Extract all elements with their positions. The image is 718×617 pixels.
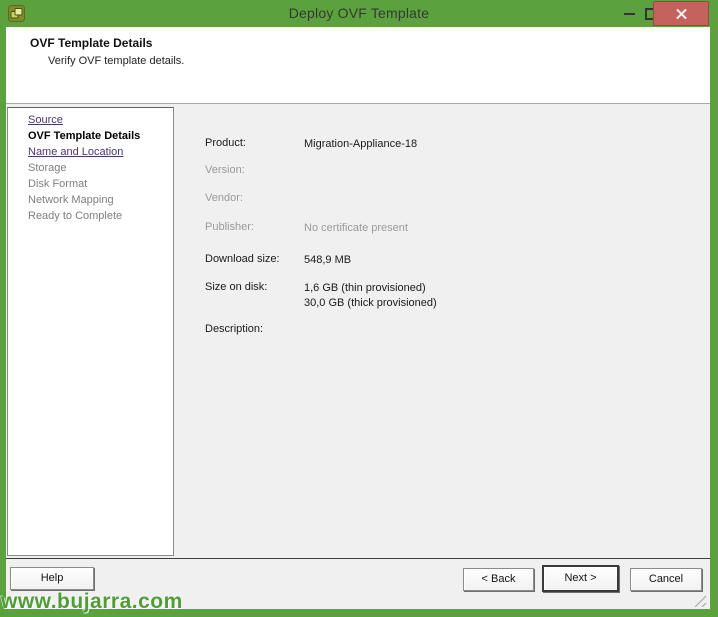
page-title: OVF Template Details	[30, 36, 152, 50]
watermark: www.bujarra.com	[1, 590, 183, 614]
close-icon	[676, 8, 687, 19]
next-button[interactable]: Next >	[542, 565, 619, 592]
publisher-label: Publisher:	[205, 221, 254, 233]
minimize-button[interactable]	[624, 13, 635, 15]
wizard-steps-sidebar: Source OVF Template Details Name and Loc…	[7, 107, 174, 556]
sidebar-item-ovf-template-details: OVF Template Details	[28, 128, 173, 144]
sidebar-item-storage: Storage	[28, 160, 173, 176]
cancel-button[interactable]: Cancel	[630, 568, 702, 591]
download-size-value: 548,9 MB	[304, 253, 351, 268]
window-titlebar: Deploy OVF Template	[0, 0, 718, 27]
sidebar-item-source[interactable]: Source	[28, 112, 173, 128]
publisher-value: No certificate present	[304, 221, 408, 236]
description-label: Description:	[205, 323, 263, 335]
size-on-disk-value-thick: 30,0 GB (thick provisioned)	[304, 296, 437, 311]
size-on-disk-label: Size on disk:	[205, 281, 267, 293]
download-size-label: Download size:	[205, 253, 280, 265]
close-button[interactable]	[653, 1, 709, 26]
window-title: Deploy OVF Template	[0, 0, 718, 27]
sidebar-item-ready-to-complete: Ready to Complete	[28, 208, 173, 224]
sidebar-item-disk-format: Disk Format	[28, 176, 173, 192]
size-on-disk-value-thin: 1,6 GB (thin provisioned)	[304, 281, 426, 296]
version-label: Version:	[205, 164, 245, 176]
help-button[interactable]: Help	[10, 567, 94, 590]
sidebar-item-network-mapping: Network Mapping	[28, 192, 173, 208]
deploy-ovf-dialog: OVF Template Details Verify OVF template…	[6, 27, 710, 609]
product-label: Product:	[205, 137, 246, 149]
vendor-label: Vendor:	[205, 192, 243, 204]
sidebar-item-name-and-location[interactable]: Name and Location	[28, 144, 173, 160]
back-button[interactable]: < Back	[463, 568, 534, 591]
resize-grip-icon[interactable]	[691, 592, 706, 607]
page-subtitle: Verify OVF template details.	[48, 55, 184, 67]
product-value: Migration-Appliance-18	[304, 137, 417, 152]
